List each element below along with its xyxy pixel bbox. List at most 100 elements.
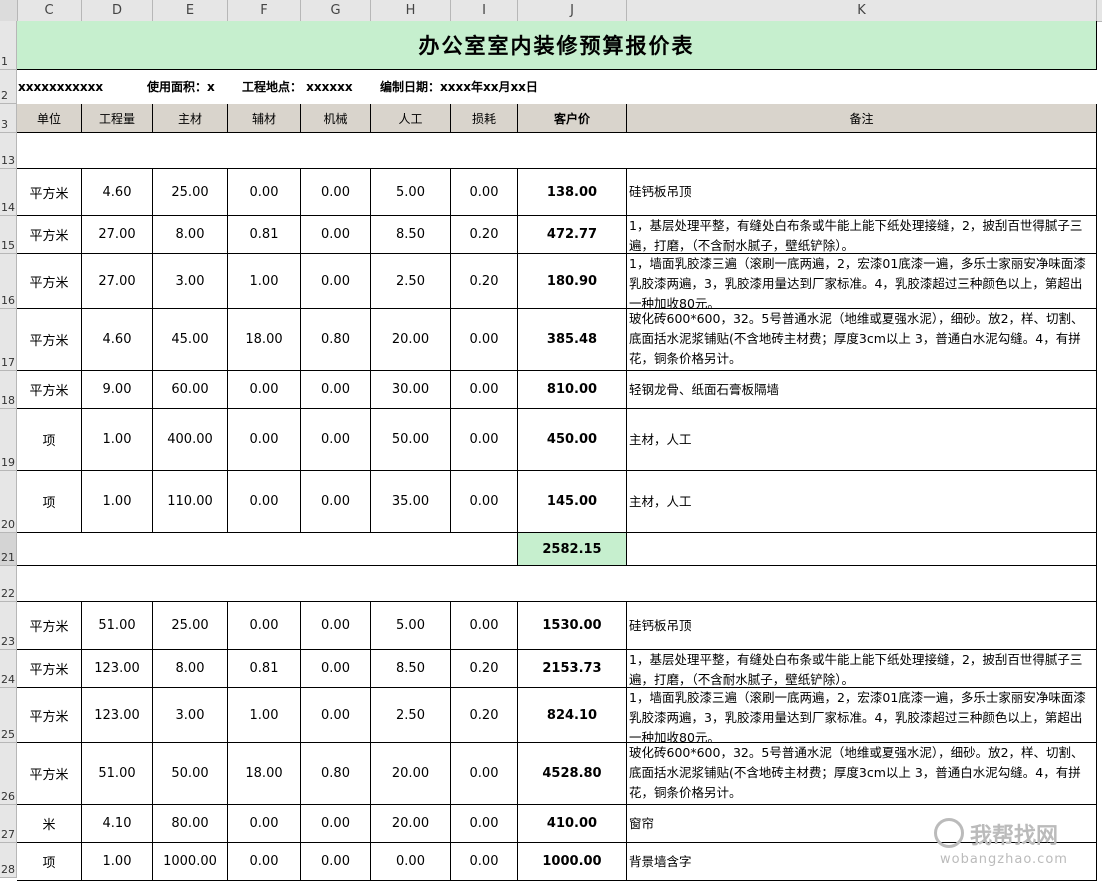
column-header-c[interactable]: C: [17, 0, 82, 21]
cell-labor[interactable]: 2.50: [371, 254, 451, 309]
cell-quantity[interactable]: 4.60: [82, 169, 153, 216]
cell-main-material[interactable]: 25.00: [153, 169, 228, 216]
header-quantity[interactable]: 工程量: [82, 104, 153, 133]
cell-unit[interactable]: 项: [17, 843, 82, 881]
select-all-corner[interactable]: [0, 0, 18, 21]
cell-aux-material[interactable]: 1.00: [228, 254, 301, 309]
area-field[interactable]: 使用面积：x: [147, 70, 215, 104]
cell-machinery[interactable]: 0.00: [301, 650, 371, 688]
cell-machinery[interactable]: 0.00: [301, 409, 371, 471]
cell-aux-material[interactable]: 0.00: [228, 843, 301, 881]
cell-labor[interactable]: 20.00: [371, 309, 451, 371]
cell-unit[interactable]: 米: [17, 805, 82, 843]
cell-quantity[interactable]: 123.00: [82, 688, 153, 743]
cell-loss[interactable]: 0.20: [451, 254, 518, 309]
cell-client-price[interactable]: 450.00: [518, 409, 627, 471]
row-header[interactable]: 25: [0, 688, 17, 743]
cell-client-price[interactable]: 180.90: [518, 254, 627, 309]
cell-client-price[interactable]: 2153.73: [518, 650, 627, 688]
cell-labor[interactable]: 20.00: [371, 805, 451, 843]
cell-labor[interactable]: 5.00: [371, 602, 451, 650]
cell-quantity[interactable]: 27.00: [82, 254, 153, 309]
cell-remarks[interactable]: 轻钢龙骨、纸面石膏板隔墙: [627, 371, 1097, 409]
subtotal-remarks[interactable]: [627, 533, 1097, 566]
cell-loss[interactable]: 0.00: [451, 843, 518, 881]
cell-labor[interactable]: 8.50: [371, 650, 451, 688]
cell-main-material[interactable]: 25.00: [153, 602, 228, 650]
cell-quantity[interactable]: 1.00: [82, 409, 153, 471]
cell-quantity[interactable]: 4.60: [82, 309, 153, 371]
cell-machinery[interactable]: 0.00: [301, 216, 371, 254]
cell-quantity[interactable]: 1.00: [82, 471, 153, 533]
cell-aux-material[interactable]: 0.00: [228, 371, 301, 409]
cell-main-material[interactable]: 60.00: [153, 371, 228, 409]
cell-unit[interactable]: 平方米: [17, 650, 82, 688]
column-header-h[interactable]: H: [371, 0, 451, 21]
header-aux-material[interactable]: 辅材: [228, 104, 301, 133]
header-unit[interactable]: 单位: [17, 104, 82, 133]
cell-remarks[interactable]: 1，基层处理平整，有缝处白布条或牛能上能下纸处理接缝，2，披刮百世得腻子三遍，打…: [627, 650, 1097, 688]
cell-unit[interactable]: 平方米: [17, 309, 82, 371]
row-header-selected[interactable]: 21: [0, 533, 17, 566]
location-field[interactable]: 工程地点： xxxxxx: [242, 70, 353, 104]
cell-quantity[interactable]: 9.00: [82, 371, 153, 409]
row-header[interactable]: 24: [0, 650, 17, 688]
cell-aux-material[interactable]: 0.00: [228, 409, 301, 471]
cell-client-price[interactable]: 385.48: [518, 309, 627, 371]
cell-remarks[interactable]: 硅钙板吊顶: [627, 602, 1097, 650]
header-loss[interactable]: 损耗: [451, 104, 518, 133]
row-header[interactable]: 26: [0, 743, 17, 805]
sheet-title[interactable]: 办公室室内装修预算报价表: [17, 21, 1097, 70]
cell-loss[interactable]: 0.00: [451, 371, 518, 409]
cell-remarks[interactable]: 硅钙板吊顶: [627, 169, 1097, 216]
cell-main-material[interactable]: 400.00: [153, 409, 228, 471]
cell-unit[interactable]: 平方米: [17, 254, 82, 309]
cell-client-price[interactable]: 824.10: [518, 688, 627, 743]
cell-machinery[interactable]: 0.00: [301, 805, 371, 843]
row-header[interactable]: 13: [0, 133, 17, 169]
cell-quantity[interactable]: 51.00: [82, 743, 153, 805]
cell-machinery[interactable]: 0.80: [301, 743, 371, 805]
cell-client-price[interactable]: 4528.80: [518, 743, 627, 805]
cell-client-price[interactable]: 138.00: [518, 169, 627, 216]
cell-machinery[interactable]: 0.00: [301, 602, 371, 650]
cell-loss[interactable]: 0.00: [451, 409, 518, 471]
row-header[interactable]: 14: [0, 169, 17, 216]
cell-aux-material[interactable]: 0.81: [228, 650, 301, 688]
subtotal-value[interactable]: 2582.15: [518, 533, 627, 566]
cell-unit[interactable]: 平方米: [17, 688, 82, 743]
cell-unit[interactable]: 项: [17, 471, 82, 533]
cell-aux-material[interactable]: 0.00: [228, 602, 301, 650]
date-field[interactable]: 编制日期：xxxx年xx月xx日: [380, 70, 538, 104]
cell-client-price[interactable]: 1530.00: [518, 602, 627, 650]
client-name[interactable]: xxxxxxxxxxx: [18, 70, 103, 104]
cell-remarks[interactable]: 1，墙面乳胶漆三遍（滚刷一底两遍，2，宏漆01底漆一遍，多乐士家丽安净味面漆乳胶…: [627, 254, 1097, 309]
column-header-f[interactable]: F: [228, 0, 301, 21]
cell-machinery[interactable]: 0.00: [301, 371, 371, 409]
cell-quantity[interactable]: 4.10: [82, 805, 153, 843]
cell-machinery[interactable]: 0.00: [301, 843, 371, 881]
cell-aux-material[interactable]: 0.00: [228, 471, 301, 533]
column-header-i[interactable]: I: [451, 0, 518, 21]
header-labor[interactable]: 人工: [371, 104, 451, 133]
cell-main-material[interactable]: 45.00: [153, 309, 228, 371]
column-header-e[interactable]: E: [153, 0, 228, 21]
row-header[interactable]: 17: [0, 309, 17, 371]
cell-remarks[interactable]: 玻化砖600*600，32。5号普通水泥（地维或夏强水泥），细砂。放2，样、切割…: [627, 743, 1097, 805]
cell-aux-material[interactable]: 1.00: [228, 688, 301, 743]
cell-main-material[interactable]: 3.00: [153, 688, 228, 743]
cell-loss[interactable]: 0.00: [451, 169, 518, 216]
cell-machinery[interactable]: 0.00: [301, 254, 371, 309]
cell-main-material[interactable]: 50.00: [153, 743, 228, 805]
cell-quantity[interactable]: 123.00: [82, 650, 153, 688]
cell-labor[interactable]: 35.00: [371, 471, 451, 533]
cell-loss[interactable]: 0.00: [451, 309, 518, 371]
cell-quantity[interactable]: 51.00: [82, 602, 153, 650]
cell-unit[interactable]: 平方米: [17, 602, 82, 650]
row-header[interactable]: 27: [0, 805, 17, 843]
cell-remarks[interactable]: 1，基层处理平整，有缝处白布条或牛能上能下纸处理接缝，2，披刮百世得腻子三遍，打…: [627, 216, 1097, 254]
cell-labor[interactable]: 20.00: [371, 743, 451, 805]
cell-main-material[interactable]: 8.00: [153, 650, 228, 688]
row-header[interactable]: 1: [0, 21, 17, 70]
column-header-g[interactable]: G: [301, 0, 371, 21]
